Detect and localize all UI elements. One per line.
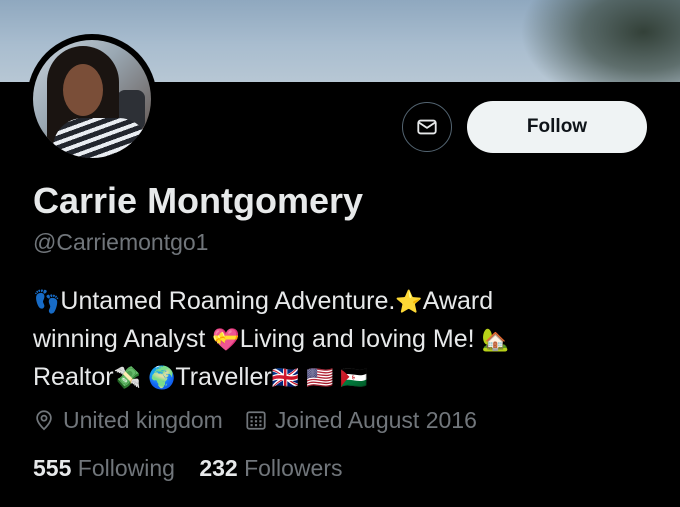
location-pin-icon [36,410,52,431]
star-emoji: ⭐ [395,290,423,315]
profile-stats: 555 Following 232 Followers [33,455,361,482]
avatar-photo [33,40,151,158]
location-text: United kingdom [63,406,223,433]
bio-text: Living and loving Me! [239,325,482,353]
following-label: Following [77,455,175,481]
western-sahara-flag-emoji: 🇪🇭 [340,366,368,391]
avatar-photo-shirt [53,118,149,158]
following-count: 555 [33,455,72,481]
profile-meta: United kingdom Joined August 2016 [33,405,499,435]
bio-text: Realtor [33,363,114,391]
us-flag-emoji: 🇺🇸 [306,366,334,391]
joined-item: Joined August 2016 [245,407,477,434]
bio-line: Realtor💸 🌍Traveller🇬🇧 🇺🇸 🇪🇭 [33,359,633,397]
bio-text: winning Analyst [33,325,213,353]
bio-text: Untamed Roaming Adventure. [60,287,396,315]
uk-flag-emoji: 🇬🇧 [271,366,300,391]
bio-line: winning Analyst 💝Living and loving Me! 🏡 [33,321,633,359]
message-button[interactable] [402,102,452,152]
heart-gift-emoji: 💝 [212,328,240,353]
house-garden-emoji: 🏡 [481,328,509,353]
money-wings-emoji: 💸 [113,366,141,391]
bio-text: Traveller [175,363,272,391]
bio-text: Award [422,287,494,315]
followers-link[interactable]: 232 Followers [199,455,342,481]
profile-bio: 👣Untamed Roaming Adventure.⭐Award winnin… [33,283,633,397]
follow-button[interactable]: Follow [467,101,647,153]
following-link[interactable]: 555 Following [33,455,175,481]
bio-line: 👣Untamed Roaming Adventure.⭐Award [33,283,633,321]
profile-name: Carrie Montgomery [33,180,364,221]
profile-handle: @Carriemontgo1 [33,229,209,255]
envelope-icon [417,119,437,135]
banner-foliage [520,0,680,82]
avatar-photo-face [63,64,103,116]
followers-count: 232 [199,455,238,481]
location-item: United kingdom [33,407,223,434]
calendar-icon [246,411,266,430]
footprints-emoji: 👣 [33,290,61,315]
followers-label: Followers [244,455,343,481]
globe-emoji: 🌍 [147,366,176,391]
joined-text: Joined August 2016 [274,406,477,433]
avatar[interactable] [27,34,157,164]
